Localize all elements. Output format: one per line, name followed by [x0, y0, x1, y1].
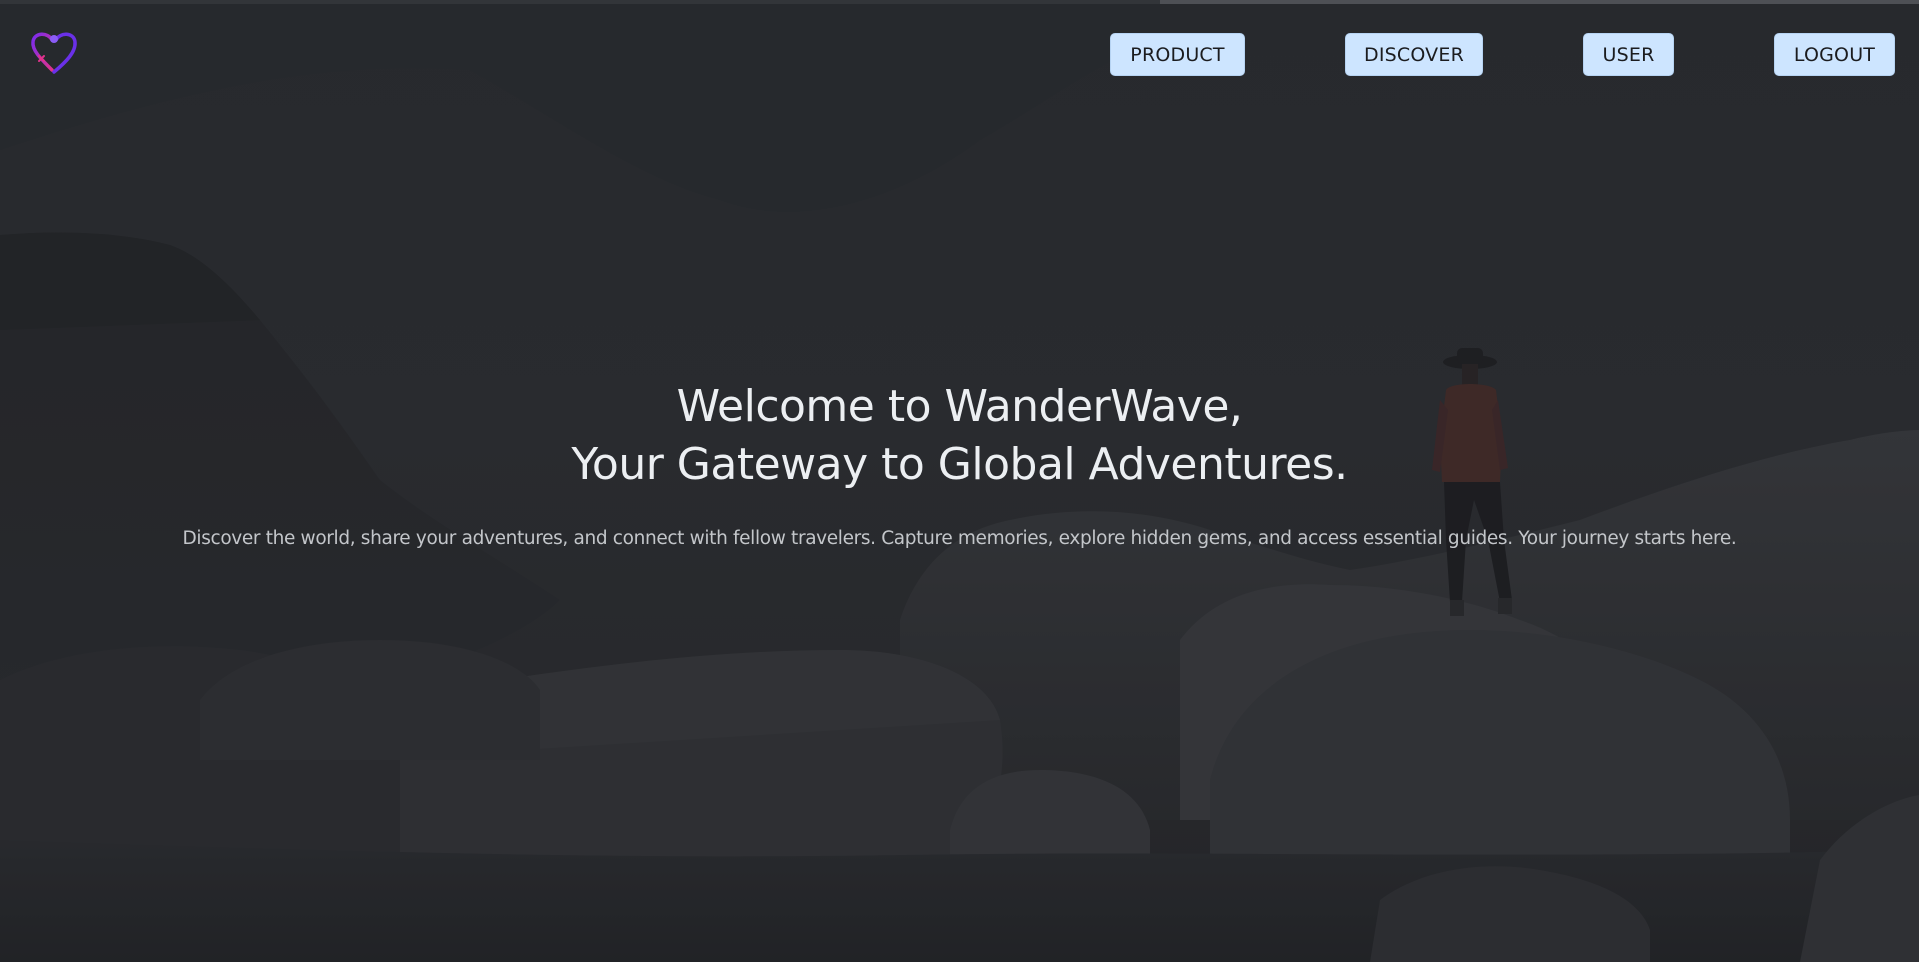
nav-user-button[interactable]: USER: [1583, 33, 1674, 76]
landing-page: PRODUCT DISCOVER USER LOGOUT Welcome to …: [0, 0, 1919, 962]
hero-title-line-2: Your Gateway to Global Adventures.: [571, 439, 1348, 490]
nav-discover-button[interactable]: DISCOVER: [1345, 33, 1483, 76]
nav-product-button[interactable]: PRODUCT: [1110, 33, 1245, 76]
hero-subtitle: Discover the world, share your adventure…: [182, 528, 1737, 549]
nav-logout-button[interactable]: LOGOUT: [1774, 33, 1895, 76]
hero-title: Welcome to WanderWave, Your Gateway to G…: [0, 378, 1919, 494]
top-nav: PRODUCT DISCOVER USER LOGOUT: [0, 33, 1919, 76]
hero-title-line-1: Welcome to WanderWave,: [676, 381, 1243, 432]
